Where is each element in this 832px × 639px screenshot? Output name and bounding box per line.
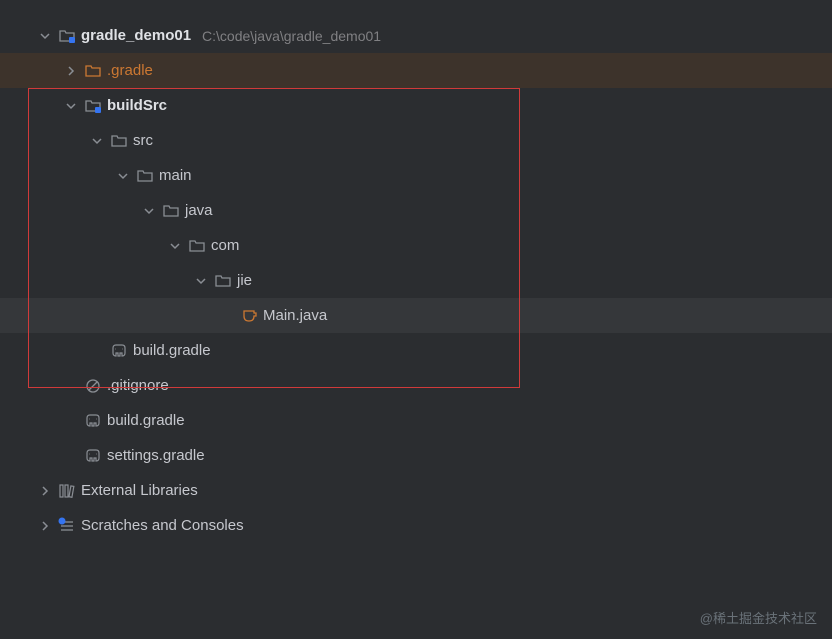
library-icon (58, 482, 76, 500)
node-label: build.gradle (107, 412, 185, 429)
node-label: buildSrc (107, 97, 167, 114)
chevron-down-icon (141, 205, 157, 217)
node-label: java (185, 202, 213, 219)
tree-row-com[interactable]: com (0, 228, 832, 263)
folder-icon (188, 237, 206, 255)
gradle-icon (84, 447, 102, 465)
ignored-icon (84, 377, 102, 395)
node-label: .gradle (107, 62, 153, 79)
tree-row-main[interactable]: main (0, 158, 832, 193)
tree-row-java[interactable]: java (0, 193, 832, 228)
tree-row-gradle[interactable]: .gradle (0, 53, 832, 88)
tree-row-buildsrc[interactable]: buildSrc (0, 88, 832, 123)
gradle-icon (110, 342, 128, 360)
module-folder-icon (84, 97, 102, 115)
gradle-icon (84, 412, 102, 430)
folder-icon (110, 132, 128, 150)
root-path: C:\code\java\gradle_demo01 (202, 28, 381, 44)
module-folder-icon (58, 27, 76, 45)
node-label: Scratches and Consoles (81, 517, 244, 534)
watermark: @稀土掘金技术社区 (700, 608, 817, 627)
node-label: src (133, 132, 153, 149)
folder-icon (162, 202, 180, 220)
chevron-right-icon (63, 65, 79, 77)
chevron-down-icon (193, 275, 209, 287)
chevron-down-icon (167, 240, 183, 252)
folder-icon (214, 272, 232, 290)
tree-row-extlibs[interactable]: External Libraries (0, 473, 832, 508)
tree-row-jie[interactable]: jie (0, 263, 832, 298)
node-label: External Libraries (81, 482, 198, 499)
tree-row-settings[interactable]: settings.gradle (0, 438, 832, 473)
project-tree: gradle_demo01 C:\code\java\gradle_demo01… (0, 0, 832, 543)
node-label: settings.gradle (107, 447, 205, 464)
tree-row-root[interactable]: gradle_demo01 C:\code\java\gradle_demo01 (0, 18, 832, 53)
tree-row-scratches[interactable]: Scratches and Consoles (0, 508, 832, 543)
node-label: com (211, 237, 239, 254)
tree-row-build-inner[interactable]: build.gradle (0, 333, 832, 368)
java-class-icon (240, 307, 258, 325)
chevron-down-icon (89, 135, 105, 147)
node-label: jie (237, 272, 252, 289)
node-label: Main.java (263, 307, 327, 324)
node-label: .gitignore (107, 377, 169, 394)
node-label: main (159, 167, 192, 184)
tree-row-build-outer[interactable]: build.gradle (0, 403, 832, 438)
folder-icon (84, 62, 102, 80)
chevron-down-icon (115, 170, 131, 182)
chevron-right-icon (37, 520, 53, 532)
chevron-right-icon (37, 485, 53, 497)
root-name: gradle_demo01 (81, 27, 191, 44)
node-label: build.gradle (133, 342, 211, 359)
chevron-down-icon (37, 30, 53, 42)
tree-row-gitignore[interactable]: .gitignore (0, 368, 832, 403)
scratch-icon (58, 517, 76, 535)
tree-row-mainjava[interactable]: Main.java (0, 298, 832, 333)
tree-row-src[interactable]: src (0, 123, 832, 158)
folder-icon (136, 167, 154, 185)
chevron-down-icon (63, 100, 79, 112)
